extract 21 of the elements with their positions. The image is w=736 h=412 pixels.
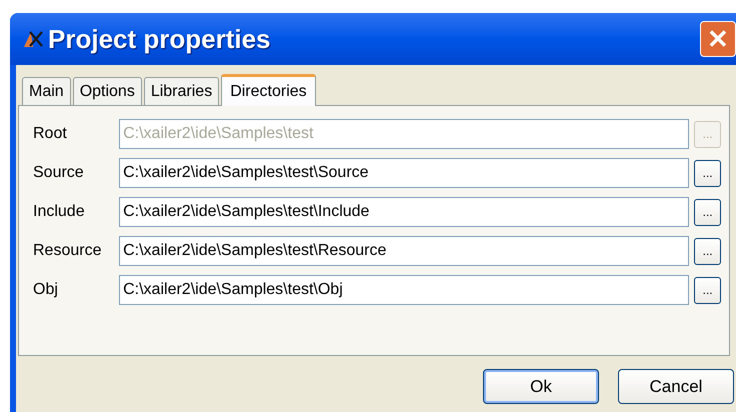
tab[interactable]: Main [22,77,71,105]
tab[interactable]: Libraries [144,77,220,105]
path-field[interactable]: C:\xailer2\ide\Samples\test\Include [119,197,690,227]
path-field[interactable]: C:\xailer2\ide\Samples\test\Resource [119,236,690,266]
path-field[interactable]: C:\xailer2\ide\Samples\test\Source [119,158,690,188]
browse-button[interactable]: ... [694,276,722,304]
field-label: Root [33,124,68,144]
app-logo-icon [22,29,44,49]
field-label: Source [33,163,85,183]
browse-button[interactable]: ... [694,238,722,264]
dialog-button[interactable]: Ok [483,369,599,404]
field-label: Resource [33,241,102,261]
window-title: Project properties [48,22,271,56]
tab[interactable]: Options [72,77,142,105]
browse-button[interactable]: ... [694,198,722,226]
field-label: Include [33,202,86,222]
browse-button[interactable]: ... [694,160,722,186]
tab[interactable]: Directories [221,74,316,106]
path-field[interactable]: C:\xailer2\ide\Samples\test\Obj [119,275,690,305]
field-label: Obj [33,280,59,300]
dialog-button[interactable]: Cancel [618,369,734,404]
